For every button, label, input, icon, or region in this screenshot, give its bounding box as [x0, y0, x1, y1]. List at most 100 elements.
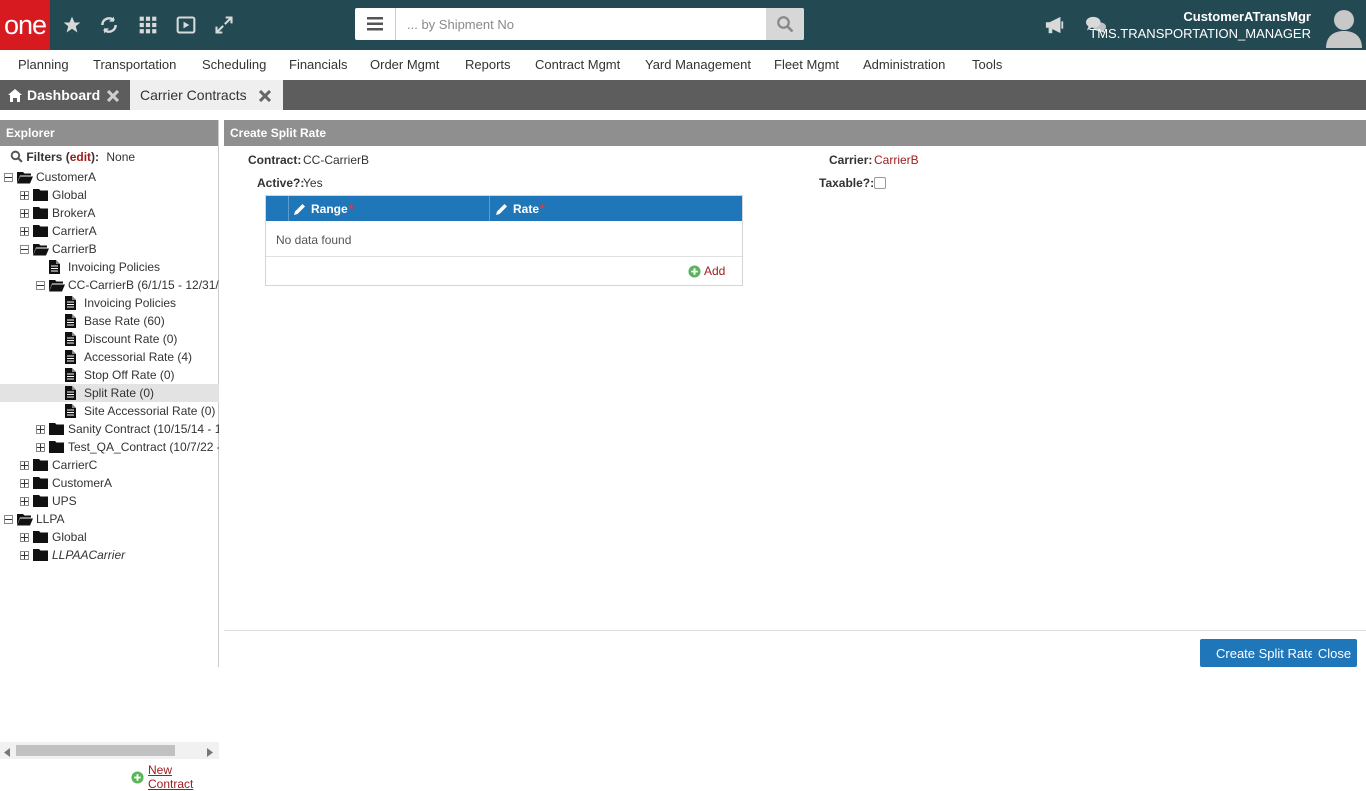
avatar[interactable]: [1326, 8, 1362, 48]
scroll-left-icon[interactable]: [4, 746, 10, 760]
app-logo[interactable]: one: [0, 0, 50, 50]
tree-item[interactable]: Base Rate (60): [52, 312, 165, 330]
horizontal-scrollbar[interactable]: [0, 742, 219, 759]
tree-folder[interactable]: CustomerA: [4, 168, 96, 186]
tree-item[interactable]: Site Accessorial Rate (0): [52, 402, 215, 420]
contract-value: CC-CarrierB: [303, 153, 369, 167]
search-icon[interactable]: [766, 8, 804, 40]
close-button[interactable]: Close: [1312, 639, 1357, 667]
search-menu-icon[interactable]: [355, 8, 396, 40]
tree-folder[interactable]: CarrierA: [20, 222, 97, 240]
expand-icon[interactable]: [20, 550, 29, 560]
folder-icon: [33, 548, 49, 562]
tree-folder[interactable]: LLPA: [4, 510, 64, 528]
tree-folder[interactable]: CarrierB: [20, 240, 97, 258]
tree-folder[interactable]: Test_QA_Contract (10/7/22 - 10/7/23): [36, 438, 219, 456]
refresh-icon[interactable]: [97, 13, 121, 37]
tab-bar: Dashboard Carrier Contracts: [0, 80, 1366, 110]
tree-item[interactable]: Discount Rate (0): [52, 330, 177, 348]
menu-transportation[interactable]: Transportation: [93, 57, 176, 72]
folder-icon: [33, 224, 49, 238]
tree-folder[interactable]: CarrierC: [20, 456, 97, 474]
collapse-icon[interactable]: [20, 244, 29, 254]
tree-folder[interactable]: Sanity Contract (10/15/14 - 12/31/14): [36, 420, 219, 438]
menu-tools[interactable]: Tools: [972, 57, 1002, 72]
carrier-value[interactable]: CarrierB: [874, 153, 919, 167]
tree-item-label: CarrierA: [52, 224, 97, 238]
explorer-panel: Explorer Filters (edit): None CustomerA G…: [0, 120, 219, 791]
scroll-right-icon[interactable]: [207, 746, 213, 760]
tree-folder[interactable]: CustomerA: [20, 474, 112, 492]
tree-item-label: CC-CarrierB (6/1/15 - 12/31/15): [68, 278, 219, 292]
add-row-label: Add: [704, 264, 726, 278]
menu-reports[interactable]: Reports: [465, 57, 511, 72]
menu-fleet-mgmt[interactable]: Fleet Mgmt: [774, 57, 839, 72]
tab-carrier-contracts[interactable]: Carrier Contracts: [130, 80, 283, 110]
expand-icon[interactable]: [20, 478, 29, 488]
tree-item[interactable]: Stop Off Rate (0): [52, 366, 175, 384]
expand-icon[interactable]: [20, 226, 29, 236]
expand-icon[interactable]: [36, 424, 45, 434]
user-name[interactable]: CustomerATransMgr: [1183, 9, 1311, 24]
tree-folder[interactable]: Global: [20, 186, 87, 204]
column-rate[interactable]: Rate *: [496, 196, 545, 221]
column-range[interactable]: Range *: [294, 196, 353, 221]
collapse-icon[interactable]: [36, 280, 45, 290]
expand-icon[interactable]: [20, 190, 29, 200]
explorer-tree: CustomerA Global BrokerA CarrierA CarrierB In…: [0, 168, 219, 624]
star-icon[interactable]: [60, 13, 84, 37]
menu-planning[interactable]: Planning: [18, 57, 69, 72]
tree-item-label: LLPAACarrier: [52, 548, 126, 562]
tree-folder[interactable]: UPS: [20, 492, 77, 510]
search-bar: [355, 8, 804, 40]
tree-item[interactable]: Split Rate (0): [0, 384, 219, 402]
menu-order-mgmt[interactable]: Order Mgmt: [370, 57, 439, 72]
grid-column-separator: [489, 196, 490, 221]
add-row-button[interactable]: Add: [688, 264, 725, 278]
create-split-rate-panel: Create Split Rate Contract: CC-CarrierB …: [224, 120, 1366, 667]
tree-folder[interactable]: Global: [20, 528, 87, 546]
tab-dashboard[interactable]: Dashboard: [0, 80, 130, 110]
close-icon[interactable]: [106, 89, 120, 103]
folder-icon: [33, 458, 49, 472]
add-circle-icon: [131, 770, 144, 784]
menu-financials[interactable]: Financials: [289, 57, 348, 72]
taxable-checkbox[interactable]: [874, 177, 886, 189]
close-icon[interactable]: [258, 89, 272, 103]
tree-item-label: Invoicing Policies: [84, 296, 177, 310]
pencil-icon: [496, 203, 508, 215]
tree-folder[interactable]: CC-CarrierB (6/1/15 - 12/31/15): [36, 276, 219, 294]
menu-yard-management[interactable]: Yard Management: [645, 57, 751, 72]
empty-grid-message: No data found: [276, 233, 352, 247]
grid-column-separator: [288, 196, 289, 221]
tree-item-label: Global: [52, 188, 87, 202]
tree-item[interactable]: Accessorial Rate (4): [52, 348, 192, 366]
play-icon[interactable]: [174, 13, 198, 37]
tree-folder[interactable]: BrokerA: [20, 204, 95, 222]
collapse-icon[interactable]: [4, 514, 13, 524]
search-icon: [10, 150, 23, 166]
expand-icon[interactable]: [20, 208, 29, 218]
expand-icon[interactable]: [20, 496, 29, 506]
tree-item[interactable]: Invoicing Policies: [36, 258, 160, 276]
megaphone-icon[interactable]: [1043, 13, 1067, 37]
expand-icon[interactable]: [20, 532, 29, 542]
expand-icon[interactable]: [20, 460, 29, 470]
menu-scheduling[interactable]: Scheduling: [202, 57, 266, 72]
tree-folder[interactable]: LLPAACarrier: [20, 546, 125, 564]
top-bar: one CustomerATransMgr TMS.TRANSPORTATION…: [0, 0, 1366, 50]
expand-icon[interactable]: [212, 13, 236, 37]
apps-grid-icon[interactable]: [136, 13, 160, 37]
menu-contract-mgmt[interactable]: Contract Mgmt: [535, 57, 620, 72]
tree-item[interactable]: Invoicing Policies: [52, 294, 176, 312]
required-marker: *: [348, 201, 354, 216]
tree-item-label: Test_QA_Contract (10/7/22 - 10/7/23): [68, 440, 219, 454]
tree-item-label: Accessorial Rate (4): [84, 350, 193, 364]
new-contract-link[interactable]: New Contract: [131, 763, 218, 791]
filters-edit-link[interactable]: edit: [70, 150, 91, 164]
menu-administration[interactable]: Administration: [863, 57, 945, 72]
collapse-icon[interactable]: [4, 172, 13, 182]
scrollbar-thumb[interactable]: [16, 745, 175, 756]
search-input[interactable]: [397, 8, 766, 40]
expand-icon[interactable]: [36, 442, 45, 452]
